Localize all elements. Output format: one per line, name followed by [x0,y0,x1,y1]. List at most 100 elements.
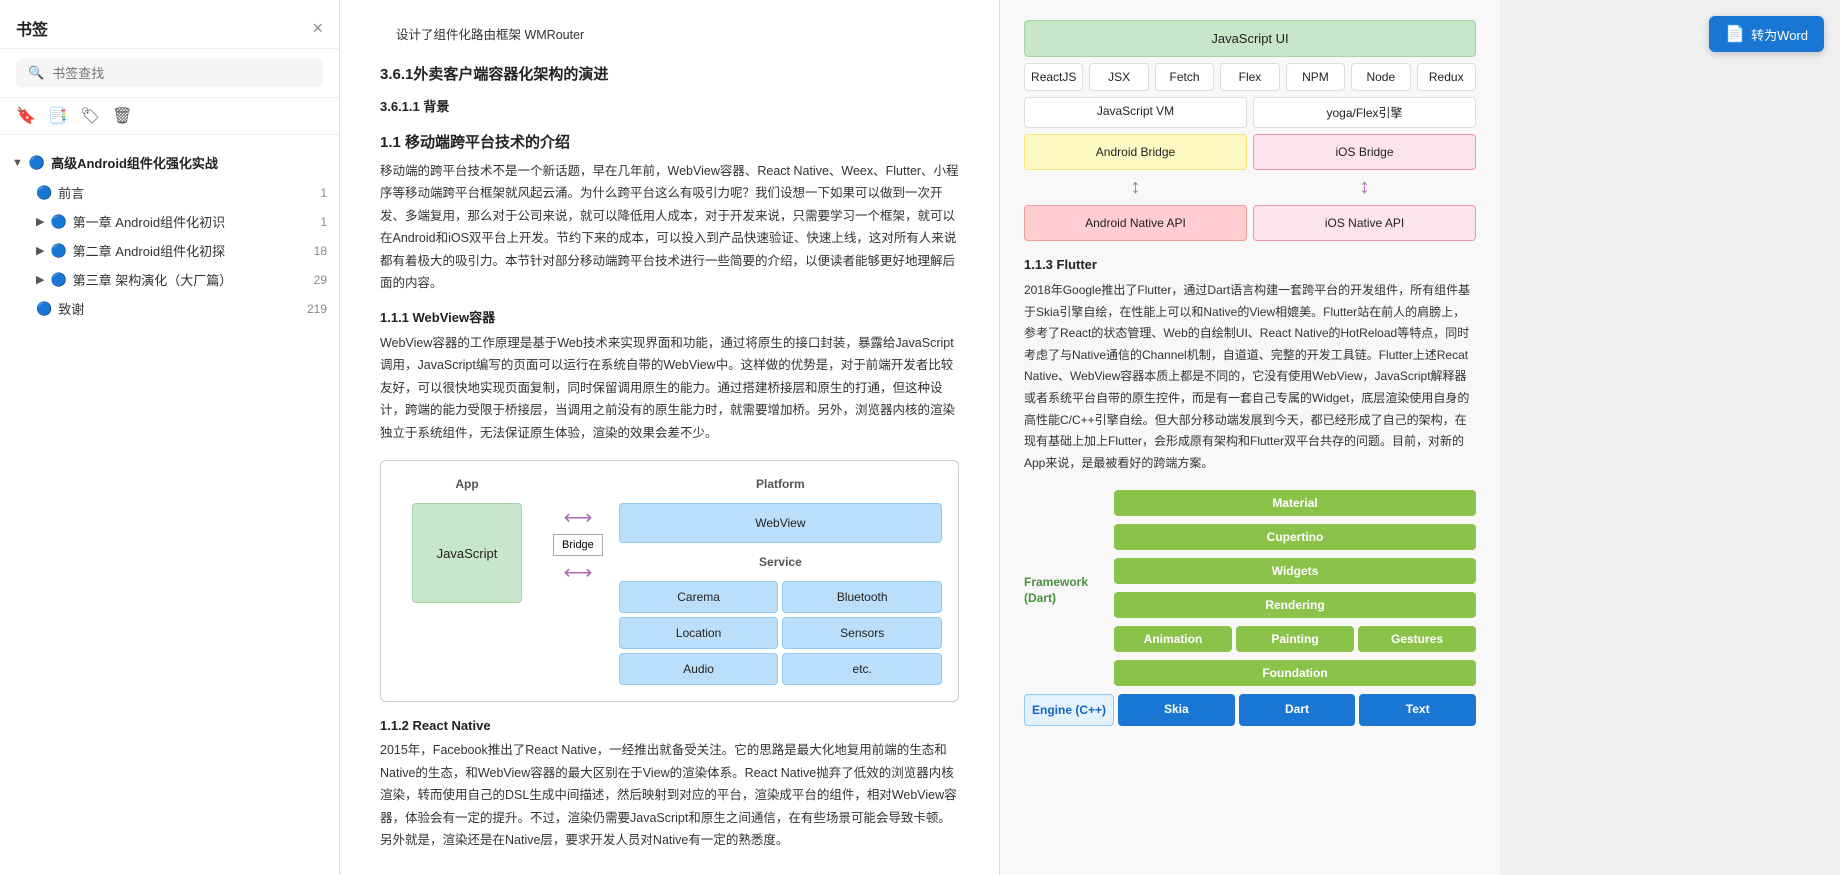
list-item[interactable]: 🔵 前言 1 [0,178,339,207]
fl-flutter-text: 2018年Google推出了Flutter，通过Dart语言构建一套跨平台的开发… [1024,280,1476,474]
fl-native-row: Android Native API iOS Native API [1024,205,1476,241]
bookmark-list: ▼ 🔵 高级Android组件化强化实战 🔵 前言 1 ▶ 🔵 第一章 Andr… [0,135,339,875]
fl-rendering-bar: Rendering [1114,592,1476,618]
doc-p1: 移动端的跨平台技术不是一个新话题，早在几年前，WebView容器、React N… [380,160,959,295]
fl-section-title: 1.1.3 Flutter [1024,257,1476,272]
sidebar: 书签 × 🔍 🔖 📑 🏷 🗑 ▼ 🔵 高级Android组件化强化实战 🔵 前言 [0,0,340,875]
sidebar-header: 书签 × [0,0,339,49]
rn-carema-box: Carema [619,581,779,613]
fl-skia-btn: Skia [1118,694,1235,726]
fl-material-bar: Material [1114,490,1476,516]
convert-btn-label: 转为Word [1751,25,1808,44]
bm-section-title-main: 高级Android组件化强化实战 [51,153,327,172]
item-arrow-icon: ▶ [36,273,44,286]
rn-audio-box: Audio [619,653,779,685]
close-button[interactable]: × [312,18,323,39]
fl-dart-btn: Dart [1239,694,1356,726]
collapse-arrow-icon: ▼ [12,157,23,169]
rn-service-label: Service [619,555,942,569]
convert-to-word-button[interactable]: 📄 转为Word [1709,16,1824,52]
fl-vm: JavaScript VM [1024,97,1247,128]
fl-widgets-bar: Widgets [1114,558,1476,584]
bm-item-ch3-page: 29 [303,273,327,287]
fl-animation-bar: Animation [1114,626,1232,652]
fl-flex: Flex [1220,63,1279,91]
fl-arrow-ios-icon: ↕ [1253,176,1476,199]
search-icon: 🔍 [28,65,44,81]
fl-fetch: Fetch [1155,63,1214,91]
rn-sensors-box: Sensors [782,617,942,649]
item-arrow-icon: ▶ [36,244,44,257]
doc-section-11: 1.1 移动端跨平台技术的介绍 [380,131,959,152]
rn-arrow-right-icon: ⟷ [564,560,593,585]
bm-section-main: ▼ 🔵 高级Android组件化强化实战 🔵 前言 1 ▶ 🔵 第一章 Andr… [0,143,339,327]
fl-yoga: yoga/Flex引擎 [1253,97,1476,128]
item-bookmark-icon: 🔵 [36,301,52,317]
rn-platform-col: Platform WebView Service Carema Bluetoot… [619,477,942,685]
fl-engine-row: Engine (C++) Skia Dart Text [1024,694,1476,726]
doc-section-112: 1.1.2 React Native [380,718,959,733]
fl-reactjs: ReactJS [1024,63,1083,91]
bm-items: 🔵 前言 1 ▶ 🔵 第一章 Android组件化初识 1 ▶ 🔵 第二章 An… [0,178,339,323]
bookmark-delete-icon[interactable]: 🗑 [112,106,132,126]
bookmark-add-icon[interactable]: 🔖 [16,106,36,126]
fl-framework-row: Framework(Dart) Material Cupertino Widge… [1024,490,1476,690]
search-input[interactable] [52,66,311,81]
doc-p2: WebView容器的工作原理是基于Web技术来实现界面和功能，通过将原生的接口封… [380,332,959,445]
fl-npm: NPM [1286,63,1345,91]
fl-js-arch: JavaScript UI ReactJS JSX Fetch Flex NPM… [1024,20,1476,241]
bm-item-ch2-page: 18 [303,244,327,258]
fl-engine-label: Engine (C++) [1024,694,1114,726]
bm-item-preface-title: 前言 [58,183,297,202]
list-item[interactable]: ▶ 🔵 第二章 Android组件化初探 18 [0,236,339,265]
list-item[interactable]: 🔵 致谢 219 [0,294,339,323]
fl-three-col: Animation Painting Gestures [1114,626,1476,656]
list-item[interactable]: ▶ 🔵 第三章 架构演化（大厂篇） 29 [0,265,339,294]
rn-bridge-section: ⟷ Bridge ⟷ [553,505,603,585]
search-box: 🔍 [16,59,323,87]
list-item[interactable]: ▶ 🔵 第一章 Android组件化初识 1 [0,207,339,236]
fl-arrow-android-icon: ↕ [1024,176,1247,199]
fl-vm-row: JavaScript VM yoga/Flex引擎 [1024,97,1476,128]
fl-framework-content: Material Cupertino Widgets Rendering Ani… [1114,490,1476,690]
fl-framework-label: Framework(Dart) [1024,490,1114,690]
bookmark-toolbar: 🔖 📑 🏷 🗑 [0,98,339,135]
bm-item-thanks-page: 219 [303,302,327,316]
fl-bridge-row: Android Bridge iOS Bridge [1024,134,1476,170]
rn-bridge-label: Bridge [553,534,603,556]
item-bookmark-icon: 🔵 [50,243,66,259]
rn-etc-box: etc. [782,653,942,685]
bookmark-tag-icon[interactable]: 🏷 [80,106,100,126]
doc-p3: 2015年，Facebook推出了React Native，一经推出就备受关注。… [380,739,959,852]
sidebar-title: 书签 [16,16,48,40]
bm-item-ch2-title: 第二章 Android组件化初探 [73,241,297,260]
bm-item-ch1-page: 1 [303,215,327,229]
fl-cupertino-bar: Cupertino [1114,524,1476,550]
item-arrow-icon: ▶ [36,215,44,228]
fl-jsx: JSX [1089,63,1148,91]
main-content: 设计了组件化路由框架 WMRouter 3.6.1外卖客户端容器化架构的演进 3… [340,0,1840,875]
rn-bluetooth-box: Bluetooth [782,581,942,613]
search-area: 🔍 [0,49,339,98]
rn-location-box: Location [619,617,779,649]
bm-item-ch1-title: 第一章 Android组件化初识 [73,212,297,231]
item-bookmark-icon: 🔵 [36,185,52,201]
fl-cells-row: ReactJS JSX Fetch Flex NPM Node Redux [1024,63,1476,91]
rn-javascript-box: JavaScript [412,503,522,603]
fl-ios-native: iOS Native API [1253,205,1476,241]
fl-foundation-bar: Foundation [1114,660,1476,686]
rn-service-grid: Carema Bluetooth Location Sensors Audio … [619,581,942,685]
bm-section-header-main[interactable]: ▼ 🔵 高级Android组件化强化实战 [0,147,339,178]
fl-arrows-row: ↕ ↕ [1024,176,1476,199]
fl-redux: Redux [1417,63,1476,91]
doc-bullet-1: 设计了组件化路由框架 WMRouter [380,24,959,47]
bookmark-list-icon[interactable]: 📑 [48,106,68,126]
item-bookmark-icon: 🔵 [50,272,66,288]
word-icon: 📄 [1725,24,1745,44]
bm-item-preface-page: 1 [303,186,327,200]
bm-item-thanks-title: 致谢 [58,299,297,318]
fl-arch-diagram: Framework(Dart) Material Cupertino Widge… [1024,490,1476,726]
doc-section-111: 1.1.1 WebView容器 [380,307,959,326]
rn-platform-label: Platform [619,477,942,491]
fl-ios-bridge: iOS Bridge [1253,134,1476,170]
